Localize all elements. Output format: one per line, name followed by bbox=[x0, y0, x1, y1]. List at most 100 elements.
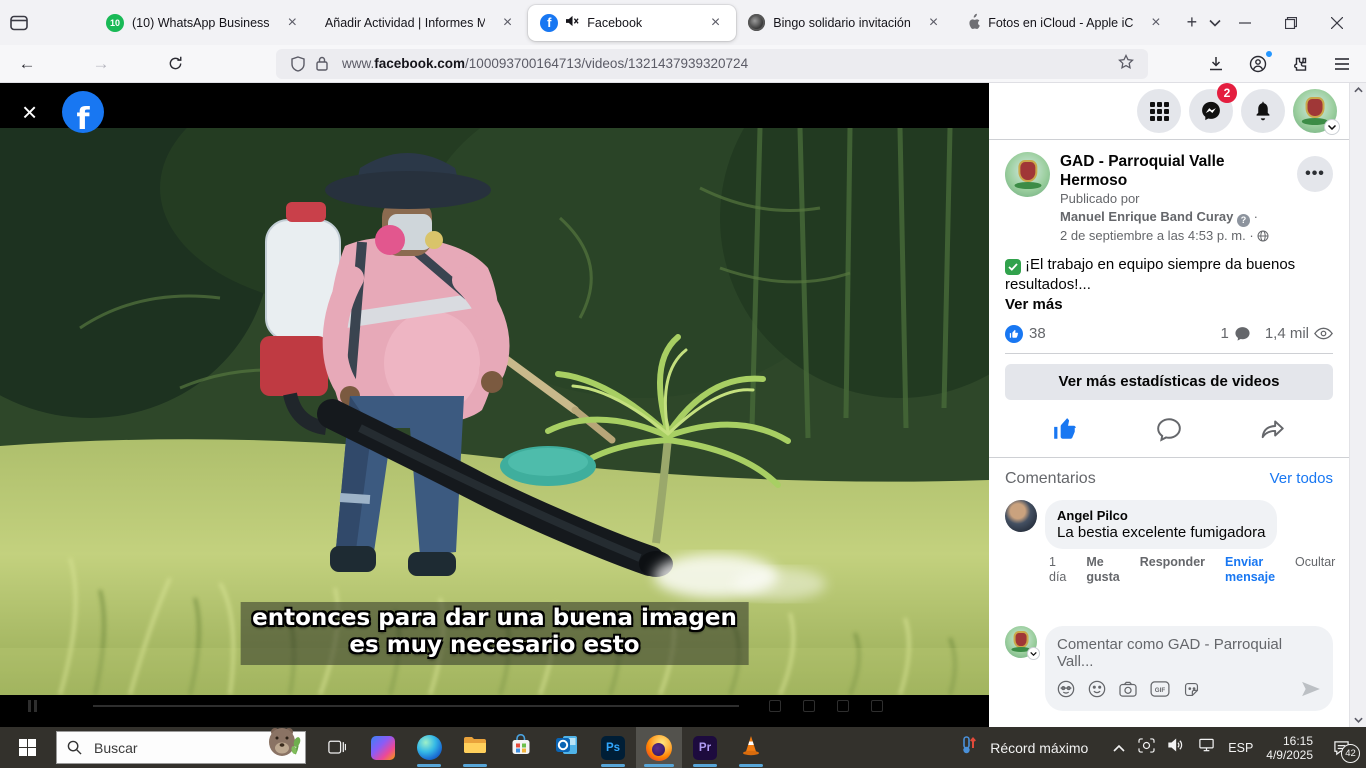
tab-strip: 10 (10) WhatsApp Business × Añadir Activ… bbox=[94, 0, 1177, 45]
comment-button[interactable] bbox=[1156, 416, 1182, 447]
comment-count-row[interactable]: 1 bbox=[1220, 325, 1250, 342]
page-avatar[interactable] bbox=[1005, 152, 1050, 197]
page-name[interactable]: GAD - Parroquial Valle Hermoso bbox=[1060, 152, 1287, 190]
notification-center-button[interactable]: 42 bbox=[1326, 733, 1356, 763]
network-icon[interactable] bbox=[1198, 738, 1215, 757]
apps-menu-button[interactable] bbox=[1137, 89, 1181, 133]
commenter-avatar[interactable] bbox=[1005, 500, 1037, 532]
tab-icloud[interactable]: Fotos en iCloud - Apple iClou × bbox=[954, 5, 1176, 41]
sticker-icon[interactable] bbox=[1183, 681, 1200, 703]
microsoft-store-button[interactable] bbox=[498, 727, 544, 768]
send-comment-icon[interactable] bbox=[1301, 681, 1321, 702]
close-video-icon[interactable]: × bbox=[22, 99, 37, 125]
vlc-button[interactable] bbox=[728, 727, 774, 768]
tab-close-icon[interactable]: × bbox=[707, 13, 724, 33]
volume-icon[interactable] bbox=[1168, 738, 1185, 757]
screen-capture-icon[interactable] bbox=[1138, 738, 1155, 758]
avatar-sticker-icon[interactable] bbox=[1057, 680, 1075, 703]
gif-icon[interactable]: GIF bbox=[1150, 681, 1170, 702]
new-tab-button[interactable]: + bbox=[1185, 8, 1200, 38]
video-control-icons[interactable] bbox=[769, 700, 883, 712]
comment-input[interactable]: Comentar como GAD - Parroquial Vall... bbox=[1045, 626, 1333, 711]
like-count[interactable]: 38 bbox=[1029, 325, 1046, 342]
comment-author[interactable]: Angel Pilco bbox=[1057, 508, 1265, 523]
premiere-button[interactable]: Pr bbox=[682, 727, 728, 768]
maximize-button[interactable] bbox=[1268, 0, 1314, 45]
composer-avatar[interactable] bbox=[1005, 626, 1037, 658]
photoshop-button[interactable]: Ps bbox=[590, 727, 636, 768]
menu-hamburger-icon[interactable] bbox=[1330, 52, 1354, 76]
system-tray: Récord máximo ESP 16:15 4/9/2025 42 bbox=[961, 727, 1366, 768]
post-text: ¡El trabajo en equipo siempre da buenos … bbox=[1005, 255, 1333, 315]
copilot-button[interactable] bbox=[360, 727, 406, 768]
shield-icon[interactable] bbox=[286, 52, 310, 76]
tab-close-icon[interactable]: × bbox=[284, 13, 301, 33]
clock[interactable]: 16:15 4/9/2025 bbox=[1266, 734, 1313, 762]
tab-list-dropdown[interactable] bbox=[1207, 8, 1222, 38]
comment-like-link[interactable]: Me gusta bbox=[1086, 555, 1119, 585]
facebook-header: 2 bbox=[989, 83, 1349, 140]
camera-icon[interactable] bbox=[1119, 681, 1137, 702]
post-action-bar bbox=[989, 410, 1349, 457]
comment-reply-link[interactable]: Responder bbox=[1140, 555, 1205, 570]
bookmark-star-icon[interactable] bbox=[1114, 54, 1138, 74]
extensions-puzzle-icon[interactable] bbox=[1288, 52, 1312, 76]
start-button[interactable] bbox=[4, 727, 50, 768]
page-scrollbar[interactable] bbox=[1349, 83, 1366, 727]
messenger-button[interactable]: 2 bbox=[1189, 89, 1233, 133]
facebook-logo[interactable]: f bbox=[62, 91, 104, 133]
minimize-button[interactable] bbox=[1222, 0, 1268, 45]
post-date-row[interactable]: 2 de septiembre a las 4:53 p. m. · bbox=[1060, 227, 1287, 245]
tab-facebook-active[interactable]: f Facebook × bbox=[528, 5, 736, 41]
video-progress-bar[interactable] bbox=[93, 705, 739, 707]
video-player[interactable]: × f bbox=[0, 83, 989, 727]
language-indicator[interactable]: ESP bbox=[1228, 741, 1253, 755]
outlook-button[interactable] bbox=[544, 727, 590, 768]
tab-bingo[interactable]: Bingo solidario invitación × bbox=[736, 5, 954, 41]
pause-icon[interactable] bbox=[28, 700, 37, 712]
task-view-button[interactable] bbox=[314, 727, 360, 768]
tab-muted-speaker-icon[interactable] bbox=[566, 15, 579, 30]
video-stats-button[interactable]: Ver más estadísticas de videos bbox=[1005, 364, 1333, 400]
forward-button[interactable]: → bbox=[86, 49, 116, 79]
firefox-button-active[interactable] bbox=[636, 727, 682, 768]
search-placeholder: Buscar bbox=[94, 740, 138, 756]
tab-close-icon[interactable]: × bbox=[925, 13, 942, 33]
taskbar-search[interactable]: Buscar bbox=[56, 731, 306, 764]
tab-informes[interactable]: Añadir Actividad | Informes Mens × bbox=[313, 5, 528, 41]
like-button[interactable] bbox=[1052, 416, 1078, 447]
tab-whatsapp[interactable]: 10 (10) WhatsApp Business × bbox=[94, 5, 313, 41]
emoji-icon[interactable] bbox=[1088, 680, 1106, 703]
tray-expand-chevron[interactable] bbox=[1113, 739, 1125, 757]
notifications-button[interactable] bbox=[1241, 89, 1285, 133]
account-icon[interactable] bbox=[1246, 52, 1270, 76]
lock-icon[interactable] bbox=[310, 52, 334, 76]
firefox-view-icon[interactable] bbox=[10, 8, 28, 38]
tab-close-icon[interactable]: × bbox=[1147, 13, 1164, 33]
edge-button[interactable] bbox=[406, 727, 452, 768]
see-more-link[interactable]: Ver más bbox=[1005, 295, 1333, 315]
view-count-row[interactable]: 1,4 mil bbox=[1265, 325, 1333, 342]
tab-title: Fotos en iCloud - Apple iClou bbox=[988, 16, 1133, 30]
see-all-comments-link[interactable]: Ver todos bbox=[1270, 470, 1333, 487]
profile-menu-button[interactable] bbox=[1293, 89, 1337, 133]
post-author[interactable]: Manuel Enrique Band Curay bbox=[1060, 209, 1233, 224]
url-field[interactable]: www.facebook.com/100093700164713/videos/… bbox=[276, 49, 1148, 79]
comment-send-message-link[interactable]: Enviar mensaje bbox=[1225, 555, 1275, 585]
back-button[interactable]: ← bbox=[12, 49, 42, 79]
file-explorer-button[interactable] bbox=[452, 727, 498, 768]
comment-hide-link[interactable]: Ocultar bbox=[1295, 555, 1335, 570]
tab-close-icon[interactable]: × bbox=[499, 13, 516, 33]
weather-status-text[interactable]: Récord máximo bbox=[990, 740, 1088, 756]
close-window-button[interactable] bbox=[1314, 0, 1360, 45]
downloads-icon[interactable] bbox=[1204, 52, 1228, 76]
subtitle-line-1: entonces para dar una buena imagen bbox=[252, 605, 737, 632]
share-button[interactable] bbox=[1260, 416, 1286, 447]
reload-button[interactable] bbox=[160, 49, 190, 79]
weather-temp-icon[interactable] bbox=[961, 736, 977, 759]
grid-menu-icon bbox=[1150, 102, 1169, 121]
video-controls[interactable] bbox=[0, 697, 989, 715]
comment-bubble: Angel Pilco La bestia excelente fumigado… bbox=[1045, 500, 1277, 549]
post-options-button[interactable]: ••• bbox=[1297, 156, 1333, 192]
messenger-badge: 2 bbox=[1217, 83, 1237, 103]
